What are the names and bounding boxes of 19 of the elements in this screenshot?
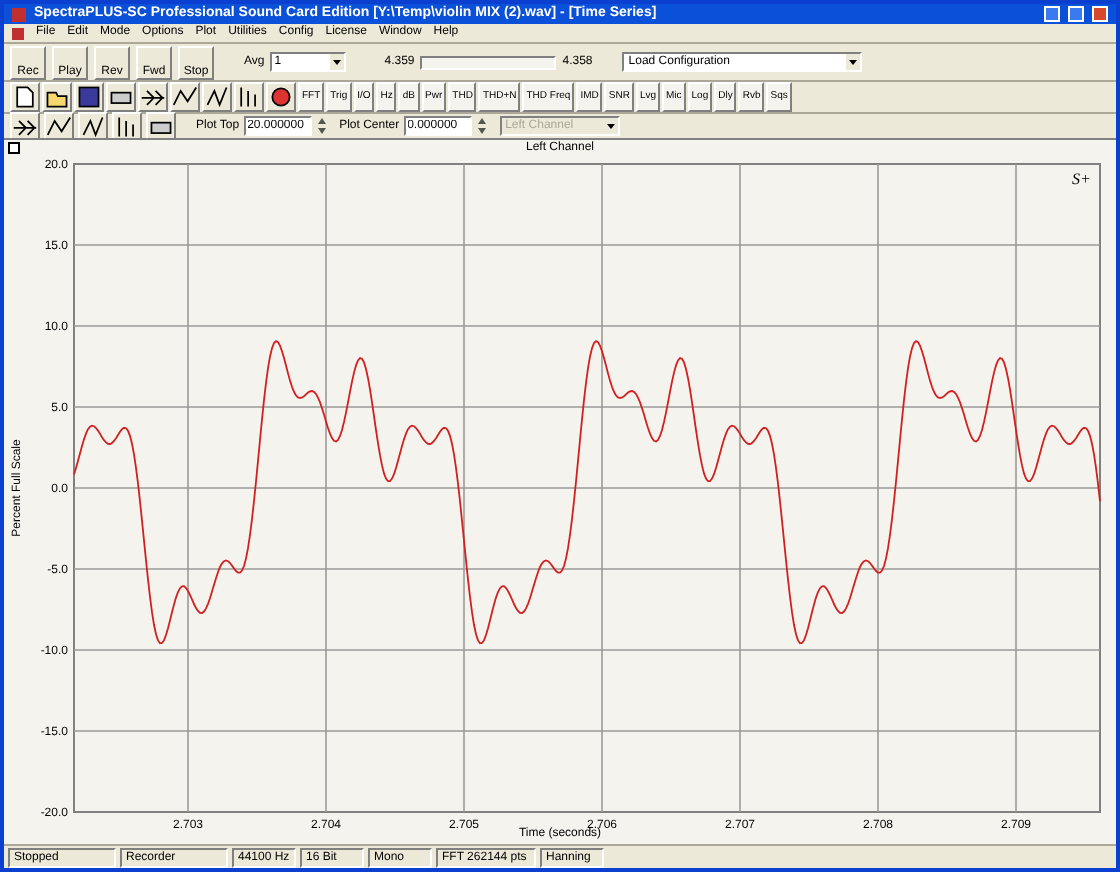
toolbar-glyph-icon[interactable] bbox=[202, 82, 232, 112]
toolbar-glyph-icon[interactable] bbox=[74, 82, 104, 112]
toolbar-glyph-icon[interactable] bbox=[106, 82, 136, 112]
toolbar-glyph-icon[interactable] bbox=[138, 82, 168, 112]
app-icon bbox=[12, 7, 26, 21]
toolbar-glyph-icon[interactable] bbox=[10, 82, 40, 112]
close-button[interactable] bbox=[1092, 6, 1108, 22]
caret-icon[interactable] bbox=[330, 54, 345, 70]
toolbar-glyph-icon[interactable] bbox=[42, 82, 72, 112]
document-icon bbox=[12, 27, 24, 39]
toolbar-glyph-icon[interactable] bbox=[266, 82, 296, 112]
position-scrollbar[interactable] bbox=[420, 55, 557, 69]
maximize-button[interactable] bbox=[1068, 6, 1084, 22]
caret-icon[interactable] bbox=[846, 54, 861, 70]
panel-icon[interactable] bbox=[8, 142, 20, 154]
minimize-button[interactable] bbox=[1044, 6, 1060, 22]
toolbar-glyph-icon[interactable] bbox=[170, 82, 200, 112]
toolbar-glyph-icon[interactable] bbox=[234, 82, 264, 112]
logo-mark: S+ bbox=[1072, 170, 1091, 188]
